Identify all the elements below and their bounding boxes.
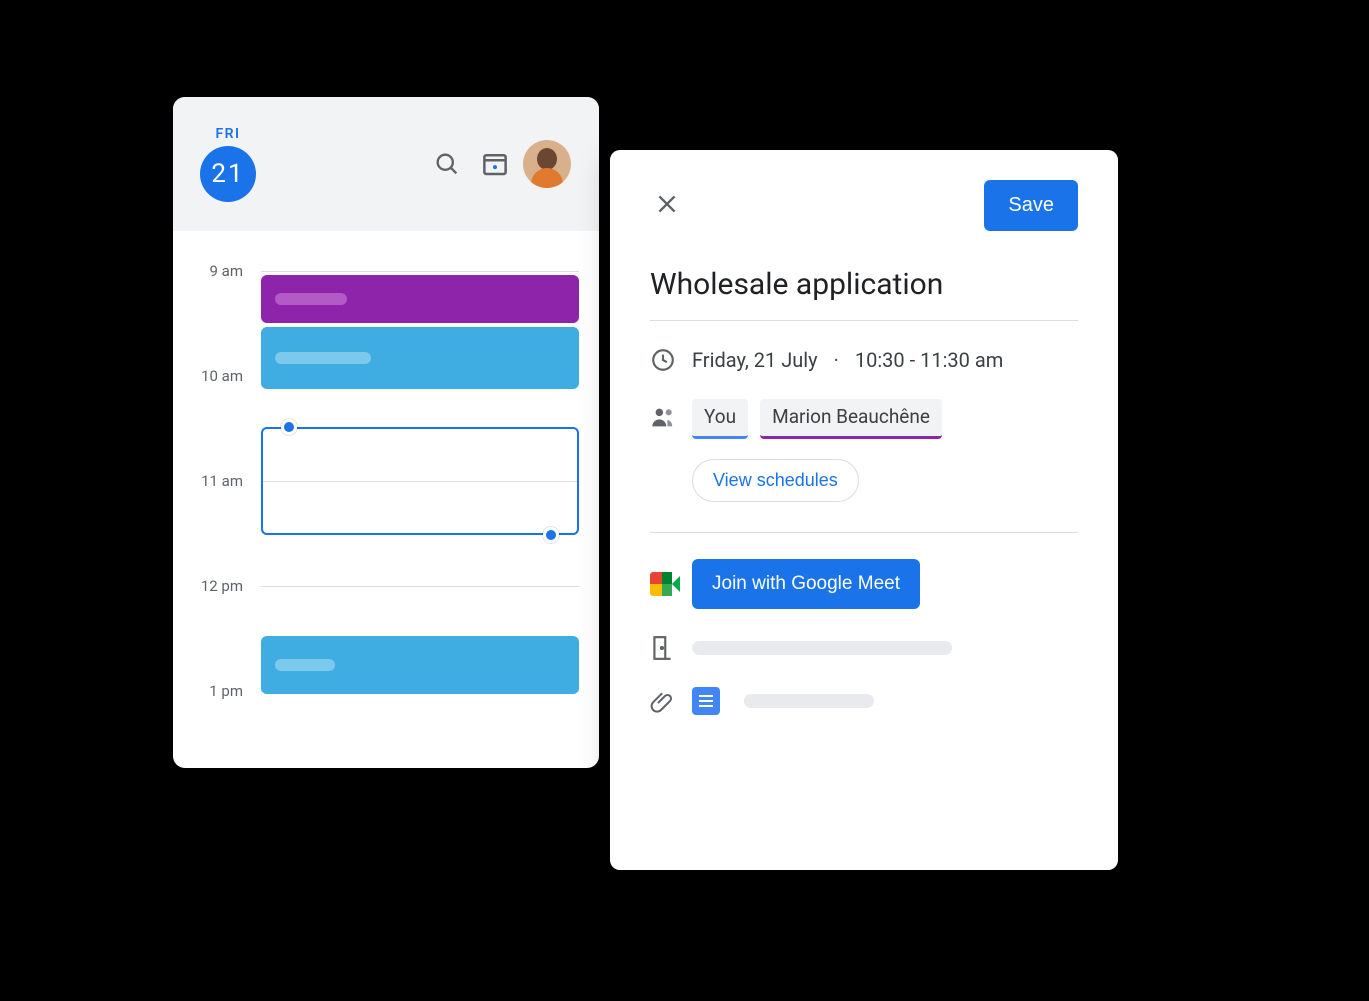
event-datetime[interactable]: Friday, 21 July · 10:30 - 11:30 am <box>692 348 1078 372</box>
hour-label: 11 am <box>173 472 243 490</box>
attachment-icon <box>650 688 692 714</box>
event-detail-card: Save Wholesale application Friday, 21 Ju… <box>610 150 1118 870</box>
today-icon[interactable] <box>475 144 515 184</box>
event-title[interactable]: Wholesale application <box>650 267 1078 321</box>
search-icon[interactable] <box>427 144 467 184</box>
day-number: 21 <box>200 146 256 202</box>
attachment-field[interactable] <box>692 687 1078 715</box>
room-field[interactable] <box>692 641 1078 655</box>
event-time: 10:30 - 11:30 am <box>855 348 1003 372</box>
attendee-chip-self[interactable]: You <box>692 399 748 439</box>
docs-icon <box>692 687 720 715</box>
hour-label: 1 pm <box>173 682 243 700</box>
avatar[interactable] <box>523 140 571 188</box>
people-icon <box>650 399 692 429</box>
calendar-card: FRI 21 9 am 10 am 11 am <box>173 97 599 768</box>
attendee-chip-guest[interactable]: Marion Beauchêne <box>760 399 942 439</box>
time-grid[interactable]: 9 am 10 am 11 am 12 pm 1 pm <box>173 231 599 768</box>
selection-end-handle[interactable] <box>543 527 559 543</box>
selection-start-handle[interactable] <box>281 419 297 435</box>
time-selection[interactable] <box>261 427 579 535</box>
close-button[interactable] <box>650 187 684 224</box>
event-date: Friday, 21 July <box>692 348 818 372</box>
calendar-header: FRI 21 <box>173 97 599 231</box>
room-icon <box>650 635 692 661</box>
calendar-event[interactable] <box>261 636 579 694</box>
join-meet-button[interactable]: Join with Google Meet <box>692 559 920 609</box>
hour-label: 12 pm <box>173 577 243 595</box>
calendar-event[interactable] <box>261 275 579 323</box>
google-meet-icon <box>650 572 692 596</box>
view-schedules-button[interactable]: View schedules <box>692 459 859 502</box>
day-abbr: FRI <box>215 126 240 142</box>
clock-icon <box>650 347 692 373</box>
save-button[interactable]: Save <box>984 180 1078 231</box>
hour-label: 9 am <box>173 262 243 280</box>
hour-label: 10 am <box>173 367 243 385</box>
calendar-event[interactable] <box>261 327 579 389</box>
day-badge[interactable]: FRI 21 <box>197 126 259 202</box>
